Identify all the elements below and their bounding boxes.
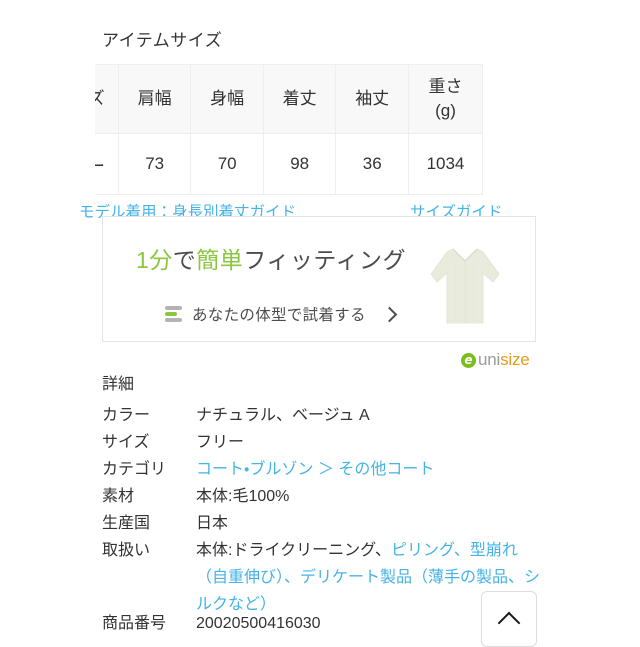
size-table-head: サイズ 肩幅 身幅 着丈 袖丈 重さ (g) xyxy=(95,64,484,134)
detail-value-material: 本体:毛100% xyxy=(196,488,290,505)
chevron-up-icon xyxy=(497,611,521,635)
detail-row-material: 素材 本体:毛100% xyxy=(102,483,540,510)
cell-size: フリー xyxy=(95,133,119,195)
fitting-cta[interactable]: あなたの体型で試着する xyxy=(165,303,398,325)
long-coat-illustration xyxy=(430,248,500,324)
col-header-weight-line1: 重さ xyxy=(428,77,463,96)
detail-value-size: フリー xyxy=(196,434,245,451)
detail-row-country: 生産国 日本 xyxy=(102,510,540,537)
fitting-banner-title: 1分で簡単フィッティング xyxy=(136,245,406,275)
detail-label-material: 素材 xyxy=(102,488,135,505)
fitting-title-minute: 1分 xyxy=(136,247,173,273)
col-header-size: サイズ xyxy=(95,64,119,134)
detail-row-care: 取扱い 本体:ドライクリーニング、ピリング、型崩れ（自重伸び）、デリケート製品（… xyxy=(102,537,540,618)
detail-row-color: カラー ナチュラル、ベージュ A xyxy=(102,402,540,429)
detail-value-country: 日本 xyxy=(196,515,229,532)
col-header-weight: 重さ (g) xyxy=(407,64,484,134)
cell-weight: 1034 xyxy=(407,133,484,195)
chevron-right-icon xyxy=(381,306,398,322)
cell-length: 98 xyxy=(262,133,337,195)
category-link[interactable]: コート・ブルゾン ＞ その他コート xyxy=(196,461,434,478)
easy-fitting-banner[interactable]: 1分で簡単フィッティング あなたの体型で試着する xyxy=(102,216,536,342)
item-size-heading: アイテムサイズ xyxy=(102,31,223,50)
fitting-cta-label: あなたの体型で試着する xyxy=(192,307,366,324)
col-header-length: 着丈 xyxy=(262,64,337,134)
unisize-e-icon: e xyxy=(461,352,476,368)
sliders-icon xyxy=(165,306,182,322)
detail-label-category: カテゴリ xyxy=(102,461,167,478)
detail-label-color: カラー xyxy=(102,407,151,424)
detail-label-country: 生産国 xyxy=(102,515,151,532)
scroll-to-top-button[interactable] xyxy=(481,591,537,647)
col-header-weight-line2: (g) xyxy=(435,101,456,120)
cell-sleeve: 36 xyxy=(335,133,409,195)
detail-row-size: サイズ フリー xyxy=(102,429,540,456)
fitting-title-fitting: フィッティング xyxy=(243,247,406,273)
table-row: フリー 73 70 98 36 1034 xyxy=(95,133,484,195)
unisize-logo-size: size xyxy=(500,350,530,369)
detail-value-color: ナチュラル、ベージュ A xyxy=(196,407,370,424)
detail-row-product-number: 商品番号 20020500416030 xyxy=(102,610,540,637)
col-header-body-width: 身幅 xyxy=(190,64,264,134)
fitting-title-easy: 簡単 xyxy=(196,247,244,273)
col-header-shoulder: 肩幅 xyxy=(117,64,192,134)
care-plain-text: 本体:ドライクリーニング、 xyxy=(196,542,392,559)
product-detail-page: アイテムサイズ サイズ 肩幅 身幅 着丈 袖丈 重さ (g) xyxy=(0,0,640,647)
unisize-logo: e uni size xyxy=(461,350,530,370)
size-table-body: フリー 73 70 98 36 1034 xyxy=(95,133,484,195)
fitting-title-de: で xyxy=(172,247,197,273)
detail-label-product-number: 商品番号 xyxy=(102,615,167,632)
detail-label-care: 取扱い xyxy=(102,542,151,559)
detail-label-size: サイズ xyxy=(102,434,150,451)
col-header-sleeve: 袖丈 xyxy=(335,64,409,134)
cell-body-width: 70 xyxy=(190,133,264,195)
detail-row-category: カテゴリ コート・ブルゾン ＞ その他コート xyxy=(102,456,540,483)
details-heading: 詳細 xyxy=(102,376,135,393)
item-size-table: サイズ 肩幅 身幅 着丈 袖丈 重さ (g) フリー 73 xyxy=(95,64,484,195)
size-table-header-row: サイズ 肩幅 身幅 着丈 袖丈 重さ (g) xyxy=(95,64,484,134)
detail-value-category: コート・ブルゾン ＞ その他コート xyxy=(196,456,540,483)
unisize-logo-uni: uni xyxy=(478,350,501,369)
cell-shoulder: 73 xyxy=(117,133,192,195)
size-table-clip: サイズ 肩幅 身幅 着丈 袖丈 重さ (g) フリー 73 xyxy=(95,64,538,195)
